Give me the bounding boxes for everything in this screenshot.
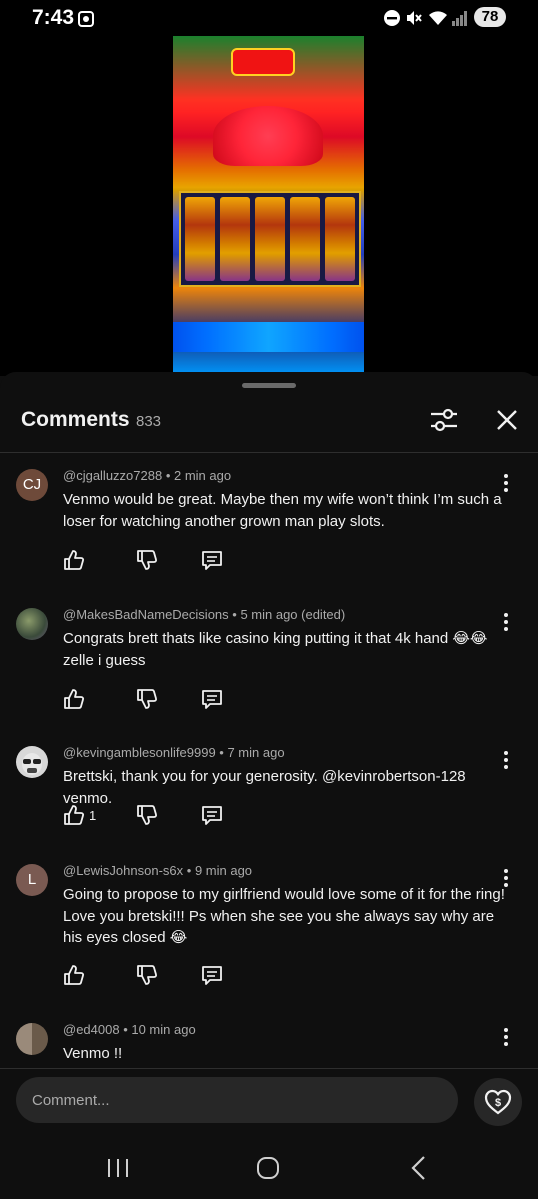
comment-actions: 1 bbox=[63, 804, 363, 828]
avatar[interactable] bbox=[16, 608, 48, 640]
comment-text: Venmo !! bbox=[63, 1045, 123, 1062]
like-count: 1 bbox=[89, 808, 97, 823]
avatar[interactable] bbox=[16, 1023, 48, 1055]
comment-text: Venmo would be great. Maybe then my wife… bbox=[63, 491, 502, 530]
comment-time: 10 min ago bbox=[131, 1022, 196, 1037]
reply-icon[interactable] bbox=[201, 549, 223, 571]
system-nav-bar bbox=[0, 1137, 538, 1199]
comment-text: Brettski, thank you for your generosity.… bbox=[63, 768, 466, 807]
like-icon[interactable] bbox=[63, 549, 85, 571]
status-time: 7:43 bbox=[32, 6, 75, 29]
video-gems bbox=[213, 106, 323, 166]
comments-count: 833 bbox=[136, 413, 162, 430]
recent-apps-icon[interactable] bbox=[103, 1153, 133, 1183]
battery-indicator: 78 bbox=[474, 7, 506, 27]
home-icon[interactable] bbox=[253, 1153, 283, 1183]
comments-title: Comments bbox=[21, 408, 130, 431]
more-options-icon[interactable] bbox=[498, 750, 514, 770]
super-thanks-button[interactable]: $ bbox=[474, 1078, 522, 1126]
comment-author[interactable]: @LewisJohnson-s6x bbox=[63, 863, 183, 878]
comment-meta: @cjgalluzzo7288 • 2 min ago bbox=[63, 468, 232, 483]
input-divider bbox=[0, 1068, 538, 1069]
dnd-icon bbox=[384, 10, 400, 26]
like-icon[interactable] bbox=[63, 688, 85, 710]
comments-sheet: Comments 833 CJ @cjgalluzzo7288 • 2 min … bbox=[0, 372, 538, 1199]
comment-meta: @kevingamblesonlife9999 • 7 min ago bbox=[63, 745, 285, 760]
status-bar: 7:43 78 bbox=[0, 0, 538, 36]
comment-time: 5 min ago (edited) bbox=[240, 607, 346, 622]
slot-machine-video bbox=[173, 36, 364, 372]
svg-text:$: $ bbox=[495, 1097, 501, 1109]
dislike-icon[interactable] bbox=[136, 549, 158, 571]
heart-dollar-icon: $ bbox=[484, 1089, 512, 1115]
reply-icon[interactable] bbox=[201, 804, 223, 826]
filter-icon[interactable] bbox=[429, 406, 459, 434]
comment-time: 7 min ago bbox=[227, 745, 285, 760]
more-options-icon[interactable] bbox=[498, 1027, 514, 1047]
drag-handle[interactable] bbox=[242, 383, 296, 388]
reply-icon[interactable] bbox=[201, 688, 223, 710]
screenshot-icon bbox=[78, 11, 94, 27]
wifi-icon bbox=[429, 11, 447, 25]
signal-icon bbox=[452, 11, 467, 26]
comment-text: Going to propose to my girlfriend would … bbox=[63, 886, 505, 946]
video-bottom-strip bbox=[173, 322, 364, 352]
comment-author[interactable]: @kevingamblesonlife9999 bbox=[63, 745, 216, 760]
comment-actions bbox=[63, 688, 363, 712]
reply-icon[interactable] bbox=[201, 964, 223, 986]
mute-icon bbox=[407, 11, 422, 25]
comment-meta: @LewisJohnson-s6x • 9 min ago bbox=[63, 863, 253, 878]
comment-actions bbox=[63, 964, 363, 988]
more-options-icon[interactable] bbox=[498, 612, 514, 632]
back-icon[interactable] bbox=[404, 1153, 434, 1183]
avatar-face-icon bbox=[22, 753, 42, 775]
comment-meta: @MakesBadNameDecisions • 5 min ago (edit… bbox=[63, 607, 346, 622]
avatar[interactable]: L bbox=[16, 864, 48, 896]
close-icon[interactable] bbox=[494, 407, 520, 433]
comment-author[interactable]: @ed4008 bbox=[63, 1022, 120, 1037]
video-banner bbox=[231, 48, 295, 76]
avatar[interactable] bbox=[16, 746, 48, 778]
dislike-icon[interactable] bbox=[136, 688, 158, 710]
avatar[interactable]: CJ bbox=[16, 469, 48, 501]
like-icon[interactable] bbox=[63, 964, 85, 986]
dislike-icon[interactable] bbox=[136, 964, 158, 986]
comment-author[interactable]: @cjgalluzzo7288 bbox=[63, 468, 162, 483]
comment-text: Congrats brett thats like casino king pu… bbox=[63, 630, 488, 669]
dislike-icon[interactable] bbox=[136, 804, 158, 826]
more-options-icon[interactable] bbox=[498, 868, 514, 888]
comment-author[interactable]: @MakesBadNameDecisions bbox=[63, 607, 229, 622]
video-reels bbox=[179, 191, 361, 287]
comment-meta: @ed4008 • 10 min ago bbox=[63, 1022, 196, 1037]
comment-input[interactable] bbox=[16, 1077, 458, 1123]
comment-time: 9 min ago bbox=[194, 863, 253, 878]
comment-actions bbox=[63, 549, 363, 573]
video-player[interactable] bbox=[0, 36, 538, 376]
header-divider bbox=[0, 452, 538, 453]
like-icon[interactable] bbox=[63, 804, 85, 826]
comment-time: 2 min ago bbox=[173, 468, 232, 483]
more-options-icon[interactable] bbox=[498, 473, 514, 493]
